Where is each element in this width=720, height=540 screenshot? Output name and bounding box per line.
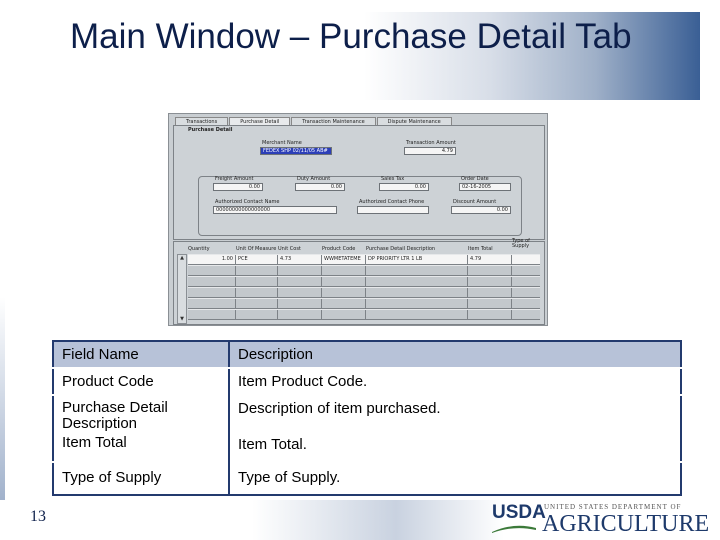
grid-header-type-of-supply: Type of Supply xyxy=(512,238,530,249)
table-row: Type of Supply Type of Supply. xyxy=(53,461,681,495)
purchase-detail-grid: Quantity Unit Of Measure Unit Cost Produ… xyxy=(173,238,545,325)
merchant-name-field[interactable]: FEDEX SHP 02/11/05 AB# xyxy=(260,147,332,155)
usda-top-line: UNITED STATES DEPARTMENT OF xyxy=(544,503,682,511)
row-description: Item Product Code. xyxy=(238,373,368,390)
grid-cell[interactable]: PCE xyxy=(236,255,278,264)
sales-tax-field[interactable]: 0.00 xyxy=(379,183,429,191)
grid-header-unit-of-measure: Unit Of Measure xyxy=(236,246,277,252)
grid-cell[interactable]: 4.79 xyxy=(468,255,512,264)
order-date-field[interactable]: 02-16-2005 xyxy=(459,183,511,191)
table-row: Purchase Detail Description Description … xyxy=(53,394,681,432)
freight-amount-label: Freight Amount xyxy=(215,176,254,182)
usda-swoosh-icon xyxy=(492,525,536,533)
field-description-table: Field Name Description Product Code Item… xyxy=(52,340,682,496)
slide-number: 13 xyxy=(30,508,46,525)
duty-amount-label: Duty Amount xyxy=(297,176,331,182)
row-description: Type of Supply. xyxy=(229,461,681,495)
row-description: Item Total. xyxy=(238,436,307,453)
freight-amount-field[interactable]: 0.00 xyxy=(213,183,263,191)
row-field-name: Product Code xyxy=(53,368,230,395)
purchase-detail-panel: Purchase Detail Merchant Name FEDEX SHP … xyxy=(173,125,545,240)
grid-header-quantity: Quantity xyxy=(188,246,210,252)
grid-row-empty[interactable] xyxy=(188,298,540,309)
table-row: Product Code Item Product Code. xyxy=(53,368,681,395)
grid-header-description: Purchase Detail Description xyxy=(366,246,436,252)
grid-row-empty[interactable] xyxy=(188,287,540,298)
grid-cell[interactable]: DP PRIORITY LTR 1 LB xyxy=(366,255,468,264)
grid-cell[interactable]: 1.00 xyxy=(188,255,236,264)
usda-logo: USDA UNITED STATES DEPARTMENT OF AGRICUL… xyxy=(492,500,710,537)
authorized-contact-name-field[interactable]: 00000000000000000 xyxy=(213,206,337,214)
amounts-group: Freight Amount 0.00 Duty Amount 0.00 Sal… xyxy=(198,176,522,236)
discount-amount-label: Discount Amount xyxy=(453,199,497,205)
app-screenshot: Transactions Purchase Detail Transaction… xyxy=(168,113,548,326)
discount-amount-field[interactable]: 0.00 xyxy=(451,206,511,214)
left-accent-bar xyxy=(0,0,5,540)
scroll-down-icon[interactable]: ▼ xyxy=(178,316,186,323)
panel-title: Purchase Detail xyxy=(188,127,233,133)
grid-row[interactable]: 1.00 PCE 4.73 WWMETATEME DP PRIORITY LTR… xyxy=(188,254,540,265)
header-field-name: Field Name xyxy=(53,341,230,369)
transaction-amount-label: Transaction Amount xyxy=(406,140,456,146)
table-row: Item Total Item Total. xyxy=(53,432,681,462)
grid-cell[interactable]: WWMETATEME xyxy=(322,255,366,264)
grid-row-empty[interactable] xyxy=(188,276,540,287)
scroll-up-icon[interactable]: ▲ xyxy=(178,255,186,262)
grid-rows: 1.00 PCE 4.73 WWMETATEME DP PRIORITY LTR… xyxy=(188,254,540,320)
grid-header-item-total: Item Total xyxy=(468,246,493,252)
header-description: Description xyxy=(229,341,681,369)
duty-amount-field[interactable]: 0.00 xyxy=(295,183,345,191)
authorized-contact-phone-field[interactable] xyxy=(357,206,429,214)
row-field-name: Type of Supply xyxy=(53,461,230,495)
slide-title: Main Window – Purchase Detail Tab xyxy=(70,17,632,56)
authorized-contact-phone-label: Authorized Contact Phone xyxy=(359,199,425,205)
row-field-name: Purchase Detail Description xyxy=(53,394,230,432)
merchant-name-label: Merchant Name xyxy=(262,140,302,146)
row-description: Description of item purchased. xyxy=(229,394,681,432)
usda-agriculture: AGRICULTURE xyxy=(542,511,710,537)
transaction-amount-field[interactable]: 4.79 xyxy=(404,147,456,155)
table-header-row: Field Name Description xyxy=(53,341,681,369)
grid-header-product-code: Product Code xyxy=(322,246,356,252)
grid-scrollbar[interactable]: ▲ ▼ xyxy=(177,254,187,324)
grid-row-empty[interactable] xyxy=(188,265,540,276)
grid-cell[interactable]: 4.73 xyxy=(278,255,322,264)
grid-row-empty[interactable] xyxy=(188,309,540,320)
order-date-label: Order Date xyxy=(461,176,489,182)
sales-tax-label: Sales Tax xyxy=(381,176,405,182)
usda-mark: USDA xyxy=(492,502,546,523)
grid-cell[interactable] xyxy=(512,255,540,264)
authorized-contact-name-label: Authorized Contact Name xyxy=(215,199,280,205)
row-field-name: Item Total xyxy=(53,432,230,462)
grid-header-unit-cost: Unit Cost xyxy=(278,246,301,252)
